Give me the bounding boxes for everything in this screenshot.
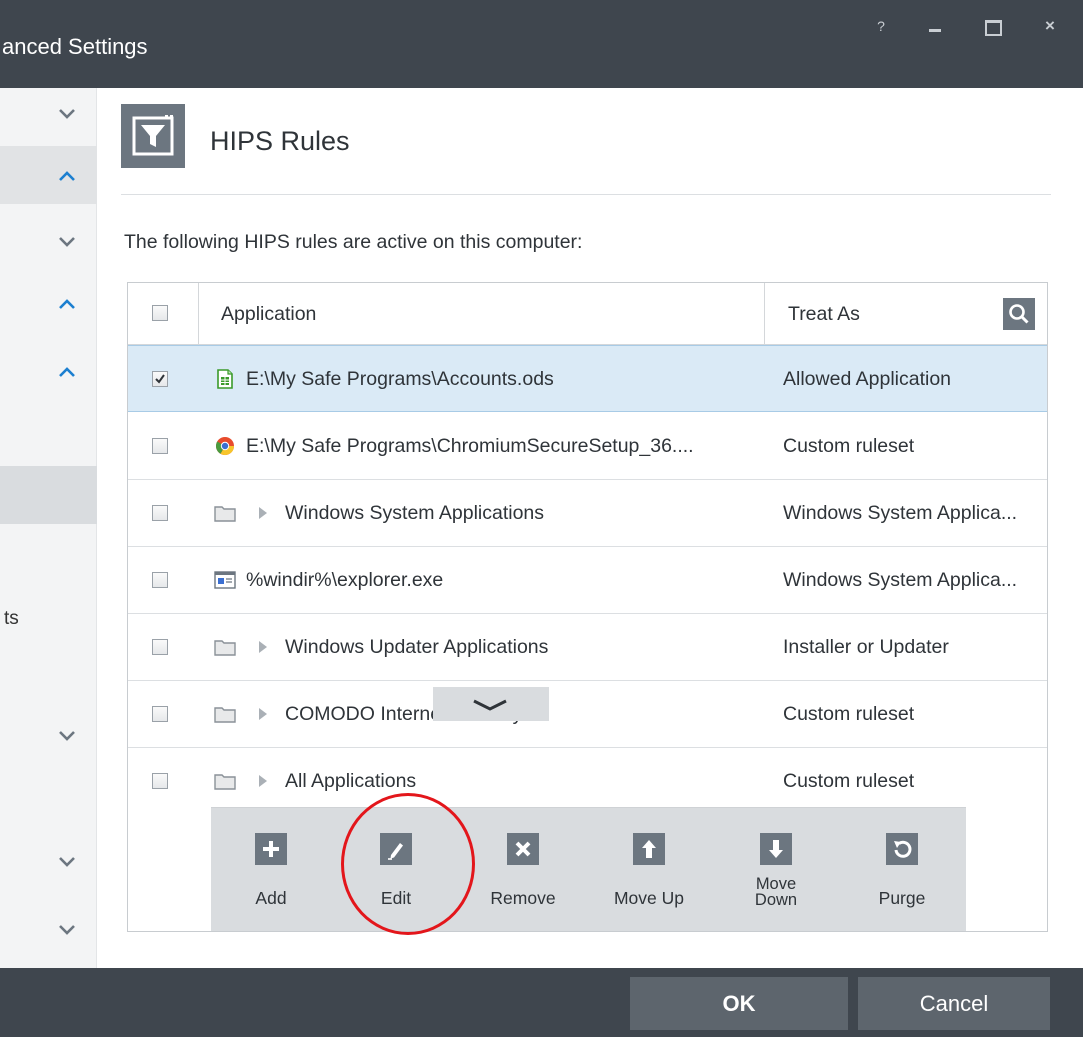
window-title: anced Settings	[2, 34, 148, 59]
table-row[interactable]: E:\My Safe Programs\ChromiumSecureSetup_…	[128, 413, 1047, 480]
row-checkbox[interactable]	[152, 505, 168, 521]
chevron-down-icon	[473, 699, 507, 711]
row-checkbox[interactable]	[152, 438, 168, 454]
sidebar-item[interactable]: ts	[0, 596, 97, 654]
add-label: Add	[255, 888, 287, 908]
move-down-button[interactable]: Move Down	[726, 808, 826, 932]
move-down-label: Move Down	[726, 875, 826, 909]
purge-button[interactable]: Purge	[852, 808, 952, 932]
application-name: Windows Updater Applications	[285, 636, 549, 658]
sidebar-item[interactable]	[0, 88, 97, 146]
treat-as-value: Installer or Updater	[783, 636, 949, 658]
sidebar-item[interactable]	[0, 146, 97, 204]
application-name: Windows System Applications	[285, 502, 545, 524]
treat-as-value: Custom ruleset	[783, 703, 915, 725]
description-text: The following HIPS rules are active on t…	[124, 231, 583, 253]
column-header-treat-as[interactable]: Treat As	[788, 303, 860, 326]
table-row[interactable]: All Applications Custom ruleset	[128, 748, 1047, 815]
add-button[interactable]: Add	[221, 808, 321, 932]
expand-arrow-icon[interactable]	[257, 774, 269, 788]
maximize-button[interactable]	[977, 12, 1007, 40]
filter-icon	[121, 104, 185, 168]
application-name: E:\My Safe Programs\Accounts.ods	[246, 368, 554, 390]
row-checkbox[interactable]	[152, 706, 168, 722]
chevron-down-icon[interactable]	[58, 852, 76, 870]
treat-as-value: Windows System Applica...	[783, 569, 1018, 591]
search-icon[interactable]	[1003, 298, 1035, 330]
row-checkbox[interactable]	[152, 572, 168, 588]
divider	[121, 194, 1051, 195]
table-row[interactable]: E:\My Safe Programs\Accounts.ods Allowed…	[128, 345, 1047, 412]
minimize-button[interactable]	[920, 12, 950, 40]
arrow-up-icon	[633, 833, 665, 865]
move-down-label-line1: Move	[755, 875, 797, 893]
purge-label: Purge	[878, 888, 926, 908]
chevron-down-icon[interactable]	[58, 726, 76, 744]
treat-as-value: Custom ruleset	[783, 435, 915, 457]
table-header: Application Treat As	[128, 283, 1047, 345]
remove-label: Remove	[490, 888, 556, 908]
row-checkbox[interactable]	[152, 639, 168, 655]
close-icon	[507, 833, 539, 865]
ok-button[interactable]: OK	[630, 977, 848, 1030]
toolbar-collapse-tab[interactable]	[433, 687, 549, 721]
chromium-icon	[214, 435, 236, 457]
sidebar-item[interactable]	[0, 284, 97, 342]
move-up-button[interactable]: Move Up	[599, 808, 699, 932]
treat-as-value: Custom ruleset	[783, 770, 915, 792]
arrow-down-icon	[760, 833, 792, 865]
column-divider	[198, 283, 199, 345]
chevron-down-icon[interactable]	[58, 104, 76, 122]
treat-as-value: Windows System Applica...	[783, 502, 1018, 524]
treat-as-value: Allowed Application	[783, 368, 952, 390]
folder-icon	[214, 770, 236, 792]
title-bar: anced Settings ? ×	[0, 0, 1083, 88]
column-header-application[interactable]: Application	[221, 303, 316, 326]
column-divider	[764, 283, 765, 345]
close-button[interactable]: ×	[1035, 12, 1065, 40]
table-row[interactable]: %windir%\explorer.exe Windows System App…	[128, 547, 1047, 614]
sidebar-item[interactable]	[0, 906, 97, 964]
select-all-checkbox[interactable]	[152, 305, 168, 321]
sidebar-item-selected[interactable]	[0, 466, 97, 524]
chevron-up-icon[interactable]	[58, 168, 76, 186]
sidebar-item[interactable]	[0, 840, 97, 898]
chevron-down-icon[interactable]	[58, 232, 76, 250]
refresh-icon	[886, 833, 918, 865]
sidebar-item[interactable]	[0, 710, 97, 768]
sidebar-item[interactable]	[0, 216, 97, 274]
sidebar: ts	[0, 88, 97, 968]
folder-icon	[214, 703, 236, 725]
table-row[interactable]: Windows Updater Applications Installer o…	[128, 614, 1047, 681]
expand-arrow-icon[interactable]	[257, 640, 269, 654]
table-row[interactable]: COMODO Internet Security Custom ruleset	[128, 681, 1047, 748]
folder-icon	[214, 502, 236, 524]
application-name: All Applications	[285, 770, 417, 792]
folder-icon	[214, 636, 236, 658]
exe-icon	[214, 569, 236, 591]
application-name: E:\My Safe Programs\ChromiumSecureSetup_…	[246, 435, 694, 457]
move-down-label-line2: Down	[754, 891, 798, 909]
help-button[interactable]: ?	[866, 12, 896, 40]
table-row[interactable]: Windows System Applications Windows Syst…	[128, 480, 1047, 547]
cancel-button[interactable]: Cancel	[858, 977, 1050, 1030]
remove-button[interactable]: Remove	[473, 808, 573, 932]
spreadsheet-icon	[214, 368, 236, 390]
chevron-up-icon[interactable]	[58, 296, 76, 314]
row-checkbox[interactable]	[152, 773, 168, 789]
sidebar-item-label: ts	[4, 608, 19, 629]
action-toolbar: Add Edit Remove Move Up Move Down Purge	[211, 807, 966, 931]
expand-arrow-icon[interactable]	[257, 707, 269, 721]
application-name: %windir%\explorer.exe	[246, 569, 444, 591]
bottom-bar: OK Cancel	[0, 968, 1083, 1037]
chevron-down-icon[interactable]	[58, 920, 76, 938]
move-up-label: Move Up	[613, 888, 685, 908]
expand-arrow-icon[interactable]	[257, 506, 269, 520]
chevron-up-icon[interactable]	[58, 364, 76, 382]
highlight-circle	[341, 793, 475, 935]
row-checkbox[interactable]	[152, 371, 168, 387]
sidebar-item[interactable]	[0, 352, 97, 410]
plus-icon	[255, 833, 287, 865]
page-title: HIPS Rules	[210, 126, 350, 156]
